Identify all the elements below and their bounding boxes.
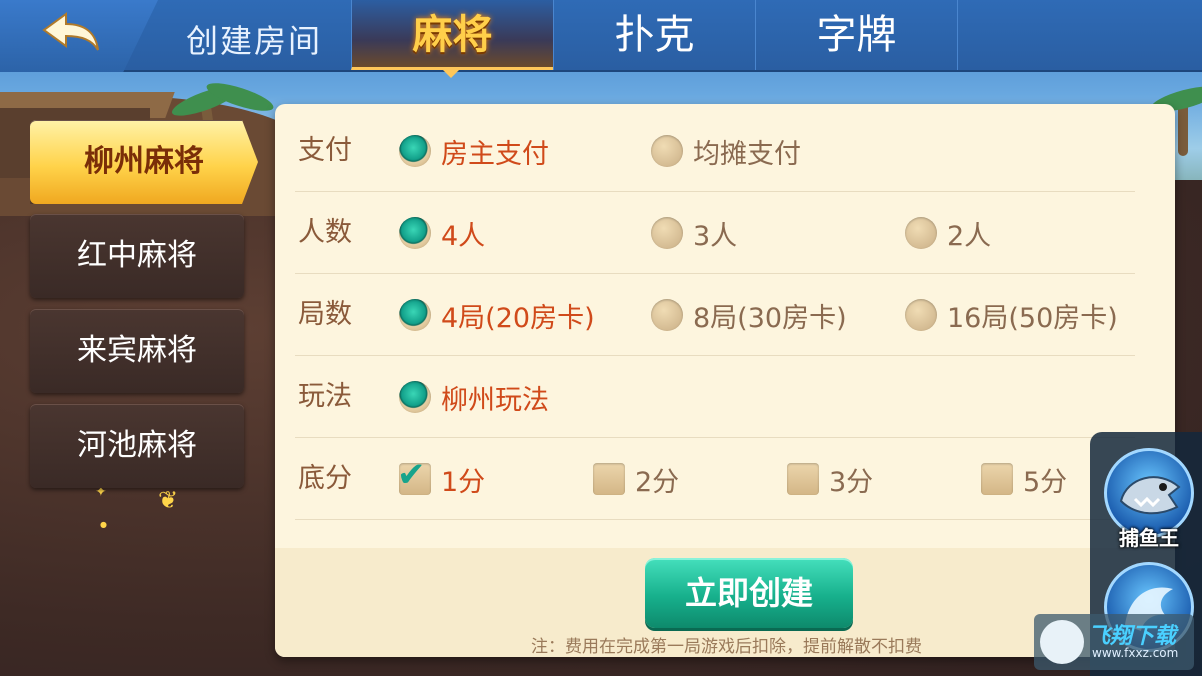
rounds-label: 局数	[298, 299, 352, 330]
tab-mahjong[interactable]: 麻将	[351, 0, 553, 70]
payment-label: 支付	[298, 135, 352, 166]
butterfly-icon: ❦	[158, 486, 179, 514]
rounds-option-4[interactable]: 4局(20房卡)	[399, 274, 595, 356]
option-label: 8局(30房卡)	[693, 302, 847, 334]
sidebar-item-hechi[interactable]: 河池麻将	[30, 404, 244, 488]
payment-row: 支付 房主支付 均摊支付	[275, 110, 1175, 192]
radio-icon[interactable]	[651, 299, 683, 331]
page-title: 创建房间	[186, 22, 323, 60]
option-label: 房主支付	[441, 138, 549, 170]
option-label: 3人	[693, 220, 738, 252]
create-room-button[interactable]: 立即创建	[645, 558, 853, 628]
base-score-label: 底分	[298, 463, 352, 494]
base-score-option-1[interactable]: ✔ 1分	[397, 438, 486, 520]
back-arrow-icon[interactable]	[38, 10, 104, 54]
tab-poker[interactable]: 扑克	[553, 0, 755, 70]
tab-pointer-icon	[441, 68, 461, 78]
radio-selected-icon[interactable]	[399, 217, 431, 249]
base-score-option-2[interactable]: 2分	[593, 438, 679, 520]
players-label: 人数	[298, 217, 352, 248]
players-option-4[interactable]: 4人	[399, 192, 485, 274]
rounds-option-8[interactable]: 8局(30房卡)	[651, 274, 847, 356]
option-label: 16局(50房卡)	[947, 302, 1118, 334]
rounds-option-16[interactable]: 16局(50房卡)	[905, 274, 1118, 356]
radio-selected-icon[interactable]	[399, 135, 431, 167]
checkbox-icon[interactable]	[981, 463, 1013, 495]
radio-icon[interactable]	[905, 217, 937, 249]
radio-icon[interactable]	[905, 299, 937, 331]
option-label: 2分	[635, 466, 680, 498]
settings-panel: 支付 房主支付 均摊支付 人数 4人 3人 2人 局数 4局(20房卡) 8局(…	[275, 104, 1175, 657]
players-option-3[interactable]: 3人	[651, 192, 737, 274]
base-score-option-5[interactable]: 5分	[981, 438, 1067, 520]
sidebar-item-hongzhong[interactable]: 红中麻将	[30, 214, 244, 298]
checkbox-icon[interactable]	[787, 463, 819, 495]
checkbox-checked-icon[interactable]: ✔	[397, 457, 431, 495]
payment-option-split[interactable]: 均摊支付	[651, 110, 801, 192]
option-label: 均摊支付	[693, 138, 801, 170]
payment-option-owner[interactable]: 房主支付	[399, 110, 549, 192]
divider	[295, 519, 1135, 520]
option-label: 柳州玩法	[441, 384, 549, 416]
check-mark-icon: ✔	[397, 455, 426, 495]
tab-zipai[interactable]: 字牌	[755, 0, 957, 70]
radio-icon[interactable]	[651, 135, 683, 167]
rounds-row: 局数 4局(20房卡) 8局(30房卡) 16局(50房卡)	[275, 274, 1175, 356]
watermark-url: www.fxxz.com	[1092, 646, 1179, 660]
radio-selected-icon[interactable]	[399, 299, 431, 331]
sidebar-item-liuzhou[interactable]: 柳州麻将	[30, 120, 258, 204]
option-label: 4局(20房卡)	[441, 302, 595, 334]
promo-label: 捕鱼王	[1119, 526, 1179, 550]
base-score-option-3[interactable]: 3分	[787, 438, 873, 520]
radio-selected-icon[interactable]	[399, 381, 431, 413]
watermark-logo-icon	[1040, 620, 1084, 664]
sparkle-icon: ●	[100, 520, 107, 529]
option-label: 4人	[441, 220, 486, 252]
option-label: 2人	[947, 220, 992, 252]
option-label: 1分	[441, 466, 486, 498]
mode-option-liuzhou[interactable]: 柳州玩法	[399, 356, 549, 438]
radio-icon[interactable]	[651, 217, 683, 249]
mode-label: 玩法	[298, 381, 352, 412]
base-score-row: 底分 ✔ 1分 2分 3分 5分	[275, 438, 1175, 520]
top-bar: 创建房间 麻将 扑克 字牌	[0, 0, 1202, 72]
checkbox-icon[interactable]	[593, 463, 625, 495]
option-label: 5分	[1023, 466, 1068, 498]
sidebar-item-laibin[interactable]: 来宾麻将	[30, 309, 244, 393]
players-option-2[interactable]: 2人	[905, 192, 991, 274]
watermark: 飞翔下载 www.fxxz.com	[1034, 614, 1194, 670]
tab-empty	[957, 0, 1202, 70]
mode-row: 玩法 柳州玩法	[275, 356, 1175, 438]
option-label: 3分	[829, 466, 874, 498]
fee-note: 注：费用在完成第一局游戏后扣除，提前解散不扣费	[531, 637, 922, 657]
players-row: 人数 4人 3人 2人	[275, 192, 1175, 274]
